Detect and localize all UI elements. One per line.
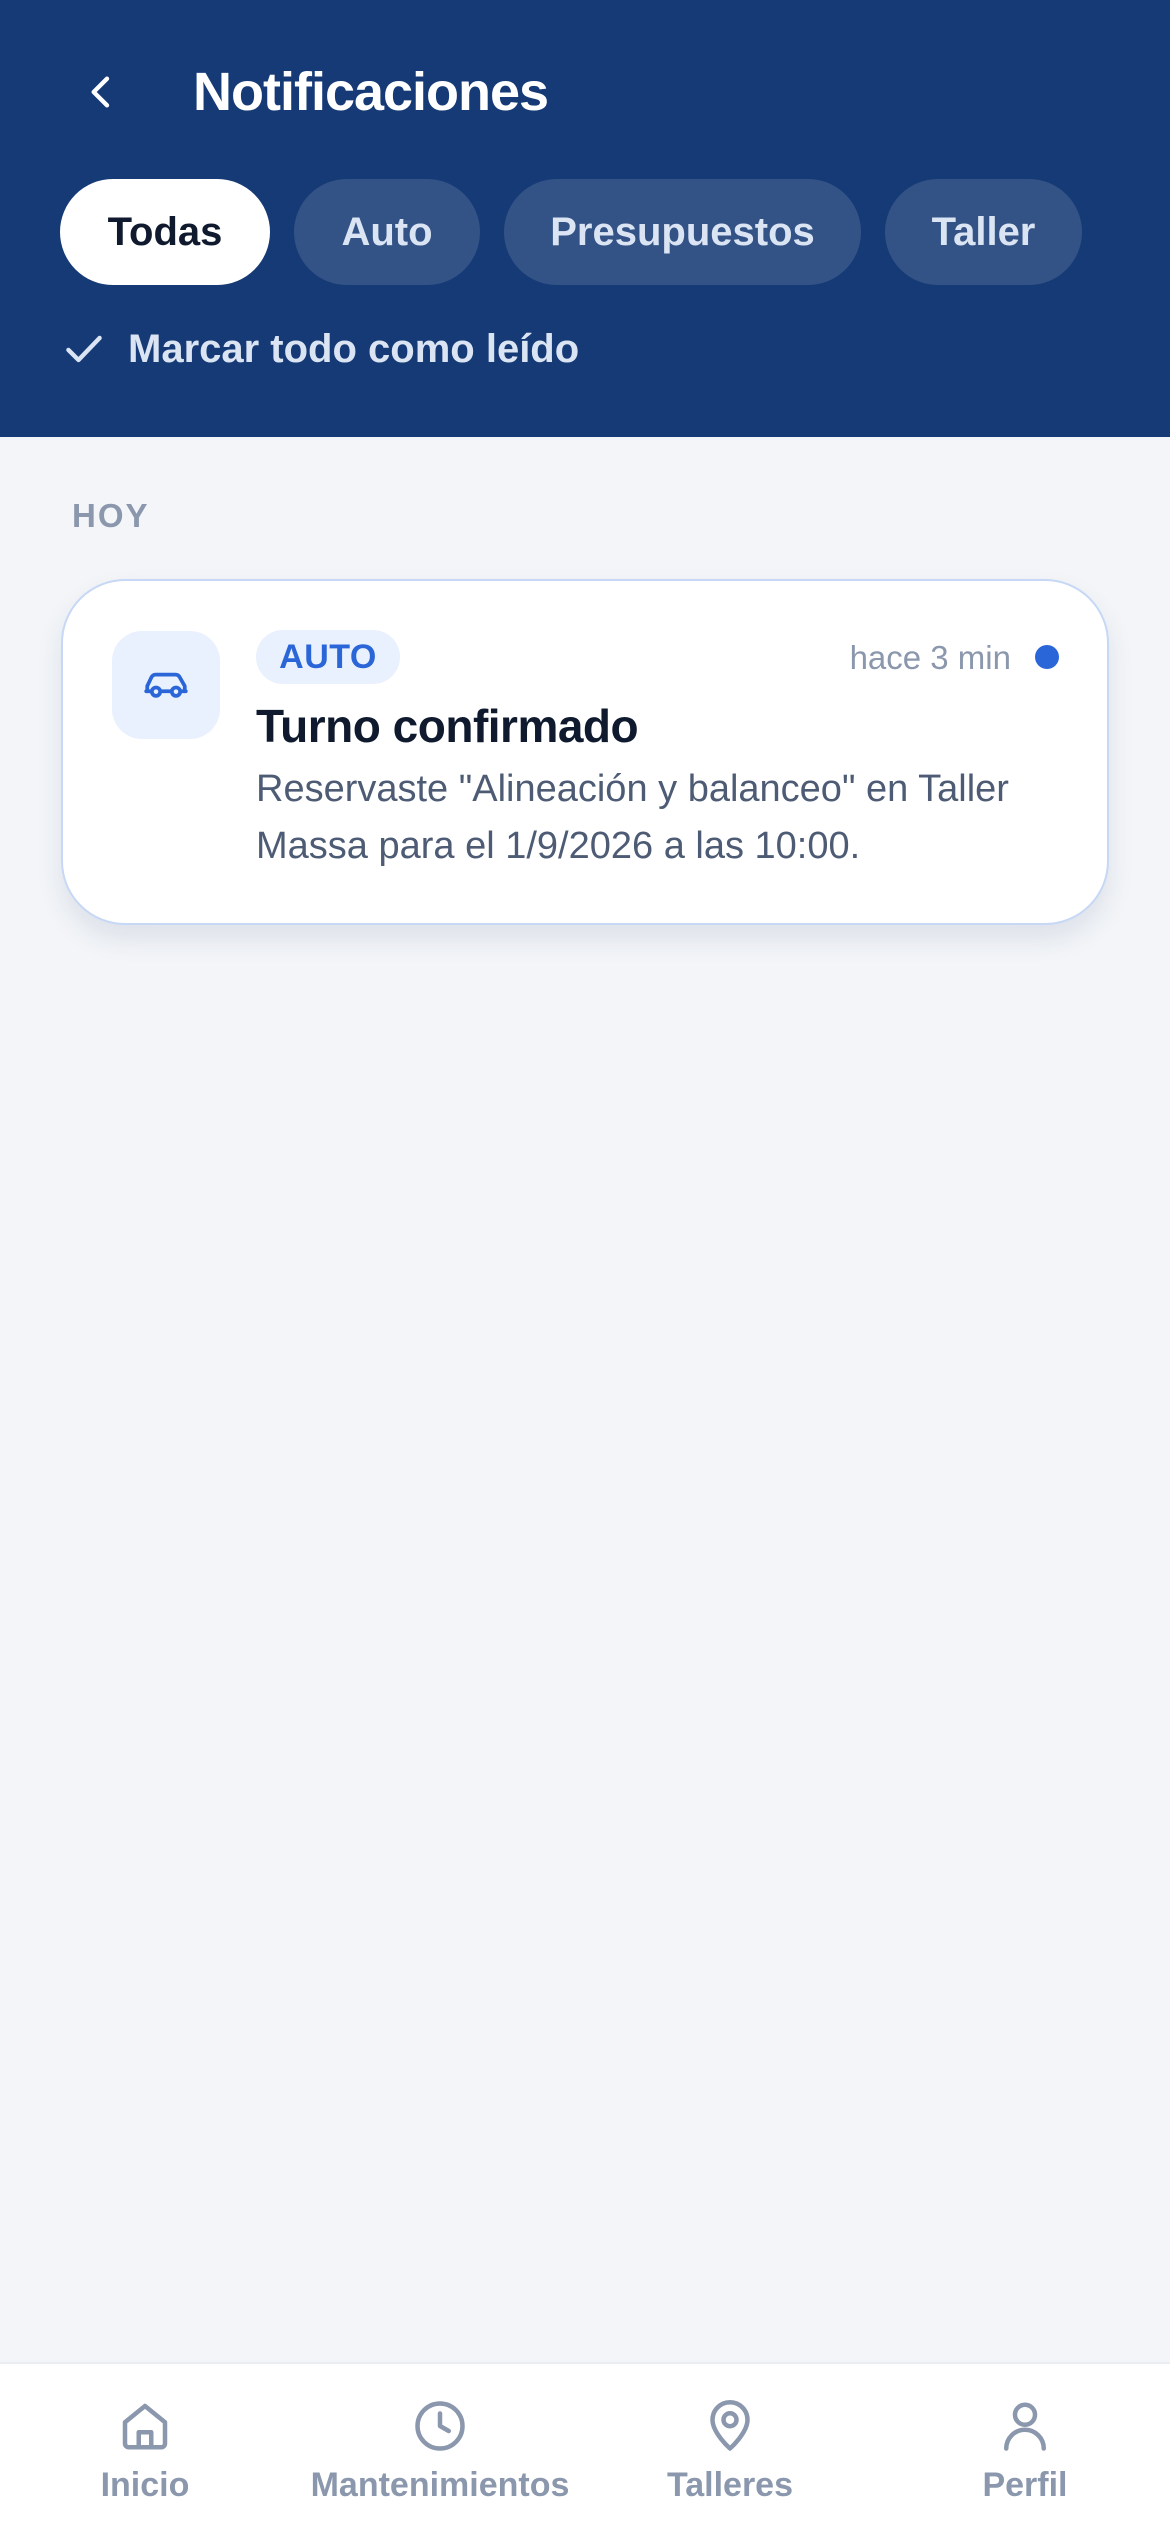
unread-dot <box>1035 645 1059 669</box>
nav-label-talleres: Talleres <box>666 2466 793 2504</box>
car-icon <box>144 672 188 698</box>
filter-chip-auto[interactable]: Auto <box>294 179 480 285</box>
nav-item-perfil[interactable]: Perfil <box>960 2364 1090 2532</box>
user-icon <box>1004 2402 1046 2451</box>
mark-all-read-button[interactable]: Marcar todo como leído <box>62 318 579 380</box>
chevron-left-icon <box>91 76 110 108</box>
nav-item-talleres[interactable]: Talleres <box>660 2364 800 2532</box>
notification-body: Reservaste "Alineación y balanceo" en Ta… <box>256 768 1009 867</box>
nav-item-inicio[interactable]: Inicio <box>80 2364 210 2532</box>
nav-label-mantenimientos: Mantenimientos <box>310 2466 570 2504</box>
header: Notificaciones Todas Auto Presupuestos T… <box>0 0 1170 437</box>
filter-chip-presupuestos[interactable]: Presupuestos <box>504 179 861 285</box>
mark-all-read-label: Marcar todo como leído <box>128 326 580 371</box>
notification-tag: AUTO <box>256 630 400 684</box>
back-button[interactable] <box>66 56 138 128</box>
notification-time: hace 3 min <box>849 639 1011 676</box>
home-icon <box>122 2403 168 2450</box>
bottom-nav: Inicio Mantenimientos Talleres Perfil <box>0 2362 1170 2532</box>
nav-label-perfil: Perfil <box>982 2466 1068 2504</box>
section-label-today: HOY <box>72 497 150 534</box>
clock-icon <box>415 2401 465 2451</box>
filter-chip-taller[interactable]: Taller <box>885 179 1082 285</box>
page-title: Notificaciones <box>193 62 549 122</box>
notification-title: Turno confirmado <box>256 700 639 752</box>
map-pin-icon <box>710 2400 750 2451</box>
notifications-screen: Notificaciones Todas Auto Presupuestos T… <box>0 0 1170 2532</box>
nav-label-inicio: Inicio <box>100 2466 190 2504</box>
check-icon <box>66 335 102 363</box>
filter-chip-todas[interactable]: Todas <box>60 179 270 285</box>
nav-item-mantenimientos[interactable]: Mantenimientos <box>300 2364 580 2532</box>
notification-card[interactable]: AUTO hace 3 min Turno confirmado Reserva… <box>61 579 1109 925</box>
filter-chips: Todas Auto Presupuestos Taller <box>60 179 1082 285</box>
notification-icon-box <box>112 631 220 739</box>
